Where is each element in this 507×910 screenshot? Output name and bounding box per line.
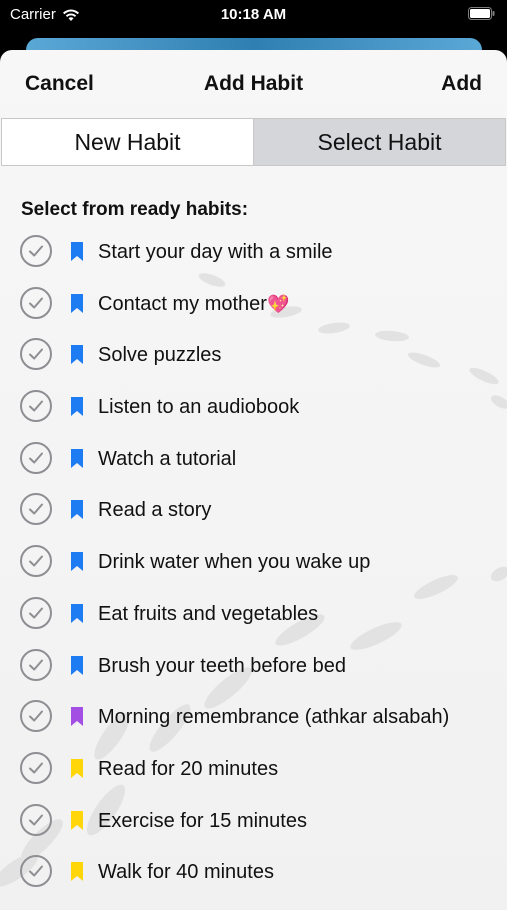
page-title: Add Habit — [203, 72, 304, 95]
habit-label-text: Read a story — [98, 499, 212, 522]
habit-label-text: Contact my mother — [98, 292, 267, 315]
habit-label-text: Listen to an audiobook — [98, 396, 300, 419]
habit-row[interactable]: Listen to an audiobook — [0, 383, 507, 435]
habit-row[interactable]: Contact my mother💖 — [0, 280, 507, 332]
habit-row[interactable]: Walk for 40 minutes — [0, 848, 507, 900]
habit-label: Exercise for 15 minutes — [98, 810, 307, 833]
habit-list: Start your day with a smile Contact my mo… — [0, 228, 507, 900]
checkmark-circle-icon[interactable] — [20, 390, 52, 423]
checkmark-circle-icon[interactable] — [20, 751, 52, 784]
status-time: 10:18 AM — [220, 6, 287, 23]
habit-label: Watch a tutorial — [98, 448, 236, 471]
bookmark-icon — [71, 293, 83, 313]
habit-row[interactable]: Solve puzzles — [0, 331, 507, 383]
habit-label: Brush your teeth before bed — [98, 655, 346, 678]
checkmark-circle-icon[interactable] — [20, 338, 52, 371]
habit-label-text: Exercise for 15 minutes — [98, 809, 307, 832]
habit-row[interactable]: Brush your teeth before bed — [0, 642, 507, 694]
bookmark-icon — [71, 707, 83, 727]
habit-label-text: Watch a tutorial — [98, 447, 237, 470]
bookmark-icon — [71, 758, 83, 778]
habit-label-text: Solve puzzles — [98, 344, 222, 367]
habit-mode-segmented-control: New Habit Select Habit — [1, 118, 506, 166]
habit-label-text: Start your day with a smile — [98, 241, 333, 263]
habit-label: Read a story — [98, 499, 211, 522]
segment-select-habit[interactable]: Select Habit — [253, 119, 505, 165]
segment-new-habit[interactable]: New Habit — [2, 119, 253, 165]
habit-row[interactable]: Read for 20 minutes — [0, 745, 507, 797]
habit-label-text: Drink water when you wake up — [98, 551, 371, 574]
bookmark-icon — [71, 448, 83, 468]
habit-label: Read for 20 minutes — [98, 758, 278, 781]
bookmark-icon — [71, 810, 83, 830]
bookmark-icon — [71, 397, 83, 417]
habit-row[interactable]: Exercise for 15 minutes — [0, 797, 507, 849]
habit-label: Eat fruits and vegetables — [98, 603, 318, 626]
habit-label: Start your day with a smile — [98, 241, 333, 264]
habit-label: Walk for 40 minutes — [98, 861, 274, 884]
checkmark-circle-icon[interactable] — [20, 596, 52, 629]
checkmark-circle-icon[interactable] — [20, 441, 52, 474]
bookmark-icon — [71, 552, 83, 572]
checkmark-circle-icon[interactable] — [20, 493, 52, 526]
checkmark-circle-icon[interactable] — [20, 700, 52, 733]
habit-label-text: Walk for 40 minutes — [98, 861, 274, 884]
habit-label-text: Eat fruits and vegetables — [98, 602, 319, 625]
habit-label: Morning remembrance (athkar alsabah) — [98, 706, 449, 729]
habit-label: Contact my mother💖 — [98, 293, 289, 316]
checkmark-circle-icon[interactable] — [20, 803, 52, 836]
habit-row[interactable]: Eat fruits and vegetables — [0, 590, 507, 642]
add-button[interactable]: Add — [441, 72, 482, 96]
bookmark-icon — [71, 655, 83, 675]
habit-label: Listen to an audiobook — [98, 396, 299, 419]
habit-label-text: Read for 20 minutes — [98, 757, 279, 780]
bookmark-icon — [71, 500, 83, 520]
battery-icon — [468, 7, 495, 20]
checkmark-circle-icon[interactable] — [20, 286, 52, 319]
habit-row[interactable]: Read a story — [0, 486, 507, 538]
habit-label-text: Brush your teeth before bed — [98, 654, 346, 677]
habit-label: Drink water when you wake up — [98, 551, 370, 574]
bookmark-icon — [71, 603, 83, 623]
checkmark-circle-icon[interactable] — [20, 235, 52, 267]
bookmark-icon — [71, 242, 83, 261]
bookmark-icon — [71, 345, 83, 365]
bookmark-icon — [71, 862, 83, 882]
habit-row[interactable]: Watch a tutorial — [0, 435, 507, 487]
section-title: Select from ready habits: — [21, 199, 249, 220]
habit-row[interactable]: Morning remembrance (athkar alsabah) — [0, 693, 507, 745]
habit-label-text: Morning remembrance (athkar alsabah) — [98, 706, 450, 729]
checkmark-circle-icon[interactable] — [20, 648, 52, 681]
heart-emoji-icon: 💖 — [266, 293, 290, 314]
checkmark-circle-icon[interactable] — [20, 545, 52, 578]
checkmark-circle-icon[interactable] — [20, 855, 52, 888]
habit-row[interactable]: Start your day with a smile — [0, 228, 507, 280]
habit-label: Solve puzzles — [98, 344, 221, 367]
navigation-bar: Cancel Add Habit Add — [0, 50, 507, 118]
habit-row[interactable]: Drink water when you wake up — [0, 538, 507, 590]
status-bar: Carrier 10:18 AM — [0, 0, 507, 30]
add-habit-sheet: Cancel Add Habit Add New Habit Select Ha… — [0, 50, 507, 910]
